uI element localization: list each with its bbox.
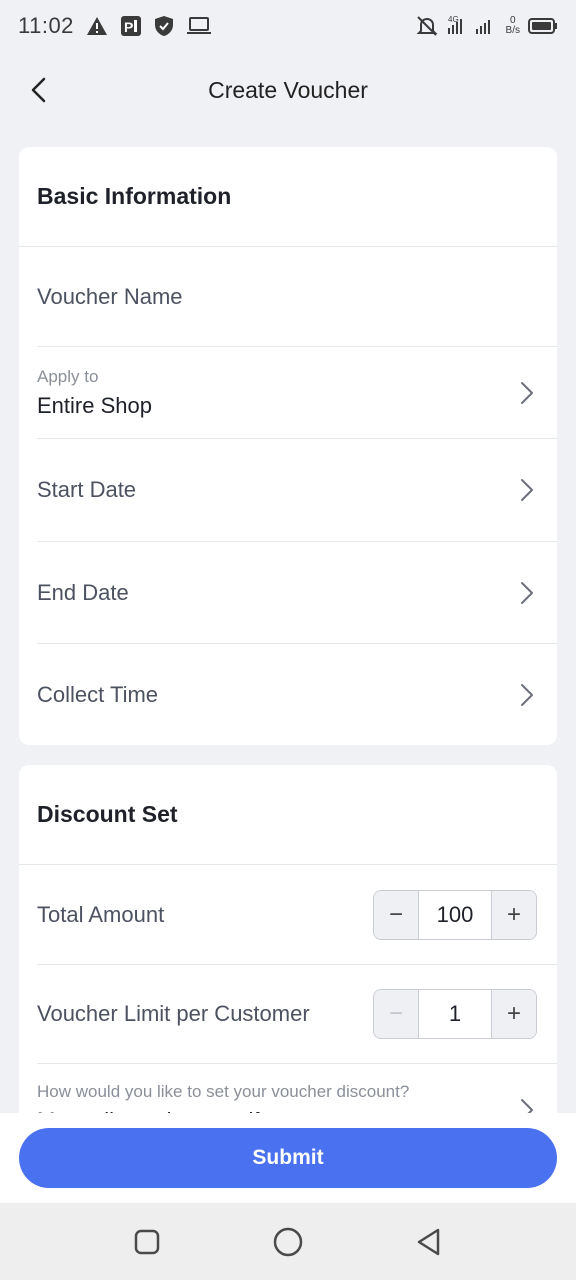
- recents-button[interactable]: [131, 1226, 163, 1258]
- apply-to-value: Entire Shop: [37, 392, 152, 418]
- net-speed: 0 B/s: [506, 16, 520, 36]
- chevron-right-icon: [519, 478, 535, 502]
- chevron-right-icon: [519, 581, 535, 605]
- basic-information-title: Basic Information: [19, 147, 557, 247]
- start-date-label: Start Date: [37, 477, 137, 502]
- discount-set-title: Discount Set: [19, 765, 557, 865]
- battery-icon: [528, 17, 558, 35]
- chevron-right-icon: [519, 381, 535, 405]
- total-amount-value[interactable]: 100: [418, 890, 492, 939]
- discount-set-card: Discount Set Total Amount − 100 + Vouche…: [19, 765, 557, 1145]
- voucher-limit-row: Voucher Limit per Customer − 1 +: [37, 965, 557, 1064]
- bell-off-icon: [416, 15, 438, 37]
- voucher-limit-label: Voucher Limit per Customer: [37, 1001, 310, 1026]
- voucher-limit-value[interactable]: 1: [418, 990, 492, 1038]
- status-time: 11:02: [18, 13, 74, 38]
- collect-time-label: Collect Time: [37, 681, 159, 707]
- net-speed-unit: B/s: [505, 25, 520, 36]
- submit-button[interactable]: Submit: [19, 1128, 557, 1188]
- total-amount-row: Total Amount − 100 +: [37, 865, 557, 965]
- collect-time-row[interactable]: Collect Time: [37, 644, 557, 745]
- end-date-label: End Date: [37, 579, 129, 605]
- system-navigation-bar: [0, 1203, 576, 1280]
- warning-icon: [86, 16, 108, 36]
- apply-to-label: Apply to: [37, 366, 99, 386]
- increment-button[interactable]: +: [492, 990, 536, 1038]
- parking-app-icon: P: [120, 15, 142, 37]
- decrement-button[interactable]: −: [374, 890, 418, 939]
- back-nav-button[interactable]: [412, 1226, 444, 1258]
- signal-icon: 4G: [446, 14, 498, 38]
- discount-question: How would you like to set your voucher d…: [37, 1082, 410, 1101]
- end-date-row[interactable]: End Date: [37, 542, 557, 644]
- page-title: Create Voucher: [208, 76, 368, 103]
- header: Create Voucher: [0, 52, 576, 128]
- svg-text:P: P: [124, 19, 133, 35]
- voucher-name-field[interactable]: Voucher Name: [37, 247, 557, 347]
- chevron-left-icon: [31, 77, 46, 103]
- decrement-button[interactable]: −: [374, 990, 418, 1038]
- start-date-row[interactable]: Start Date: [37, 439, 557, 542]
- back-button[interactable]: [22, 74, 54, 106]
- square-icon: [134, 1229, 160, 1255]
- total-amount-stepper: − 100 +: [373, 889, 537, 940]
- voucher-limit-stepper: − 1 +: [373, 989, 537, 1039]
- bottom-action-bar: Submit: [0, 1113, 576, 1203]
- triangle-back-icon: [417, 1228, 440, 1256]
- home-button[interactable]: [272, 1226, 304, 1258]
- basic-information-card: Basic Information Voucher Name Apply to …: [19, 147, 557, 745]
- chevron-right-icon: [519, 683, 535, 707]
- voucher-name-placeholder: Voucher Name: [37, 283, 183, 309]
- laptop-icon: [186, 16, 212, 36]
- total-amount-label: Total Amount: [37, 901, 165, 927]
- circle-icon: [273, 1227, 303, 1257]
- increment-button[interactable]: +: [492, 890, 536, 939]
- status-bar: 11:02 P 4G 0 B/s: [0, 0, 576, 52]
- shield-icon: [154, 15, 174, 37]
- apply-to-row[interactable]: Apply to Entire Shop: [37, 347, 557, 439]
